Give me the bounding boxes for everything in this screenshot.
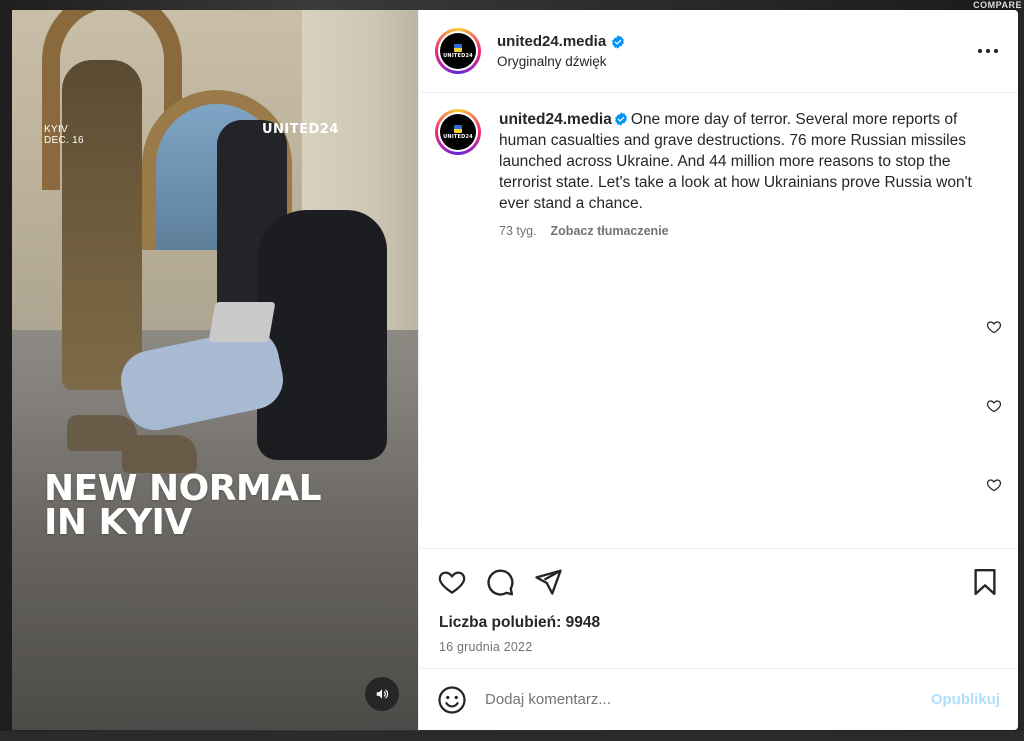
paper-plane-icon[interactable] — [533, 567, 563, 597]
avatar-logo: UNITED24 — [440, 33, 476, 69]
video-date: DEC. 16 — [44, 135, 84, 146]
likes-section: Liczba polubień: 9948 16 grudnia 2022 — [419, 614, 1018, 654]
caption-age[interactable]: 73 tyg. — [499, 224, 537, 238]
publish-comment-button[interactable]: Opublikuj — [931, 691, 1000, 708]
bookmark-icon[interactable] — [970, 567, 1000, 597]
comment-like-heart-icon[interactable] — [986, 477, 1002, 493]
comment-like-heart-icon[interactable] — [986, 319, 1002, 335]
avatar-logo-word: UNITED24 — [443, 52, 473, 59]
video-headline: NEW NORMAL IN KYIV — [44, 468, 322, 543]
post-modal: KYIV DEC. 16 UNITED24 NEW NORMAL IN KYIV — [12, 10, 1018, 730]
heart-icon[interactable] — [437, 567, 467, 597]
post-video[interactable]: KYIV DEC. 16 UNITED24 NEW NORMAL IN KYIV — [12, 10, 418, 730]
caption-avatar-logo: UNITED24 — [440, 114, 476, 150]
caption-username[interactable]: united24.media — [499, 111, 612, 128]
video-location-tag: KYIV DEC. 16 — [44, 124, 84, 146]
see-translation-button[interactable]: Zobacz tłumaczenie — [551, 224, 669, 238]
author-username[interactable]: united24.media — [497, 33, 606, 50]
add-comment-bar: Opublikuj — [419, 668, 1018, 730]
emoji-icon[interactable] — [437, 685, 467, 715]
video-frame — [12, 10, 418, 730]
post-side-panel: UNITED24 united24.media Oryginalny dźwię… — [418, 10, 1018, 730]
comment-input[interactable] — [485, 691, 931, 708]
post-date[interactable]: 16 grudnia 2022 — [439, 640, 998, 654]
original-audio-link[interactable]: Oryginalny dźwięk — [497, 54, 974, 69]
comments-area[interactable]: UNITED24 united24.media One more day of … — [419, 93, 1018, 548]
verified-badge-icon — [612, 34, 625, 49]
verified-badge-icon — [614, 112, 627, 126]
ukraine-flag-icon — [454, 43, 462, 52]
comment-like-heart-icon[interactable] — [986, 398, 1002, 414]
backdrop-label: COMPARE — [973, 0, 1022, 10]
video-city: KYIV — [44, 124, 68, 135]
caption: UNITED24 united24.media One more day of … — [435, 109, 1002, 238]
speaker-icon — [376, 689, 389, 699]
backdrop-bottom — [0, 731, 1024, 741]
caption-text-block: united24.media One more day of terror. S… — [499, 109, 983, 214]
likes-count[interactable]: Liczba polubień: 9948 — [439, 614, 998, 632]
ukraine-flag-icon — [454, 124, 462, 133]
post-actions-bar — [419, 548, 1018, 614]
video-brand-watermark: UNITED24 — [262, 122, 339, 137]
author-avatar[interactable]: UNITED24 — [435, 28, 481, 74]
caption-avatar[interactable]: UNITED24 — [435, 109, 481, 155]
post-header: UNITED24 united24.media Oryginalny dźwię… — [419, 10, 1018, 93]
comment-bubble-icon[interactable] — [485, 567, 515, 597]
more-dots-icon — [977, 48, 999, 54]
caption-avatar-word: UNITED24 — [443, 133, 473, 140]
video-headline-line1: NEW NORMAL — [44, 468, 322, 509]
more-options-button[interactable] — [974, 37, 1002, 65]
video-headline-line2: IN KYIV — [44, 502, 192, 543]
sound-toggle-button[interactable] — [365, 677, 399, 711]
